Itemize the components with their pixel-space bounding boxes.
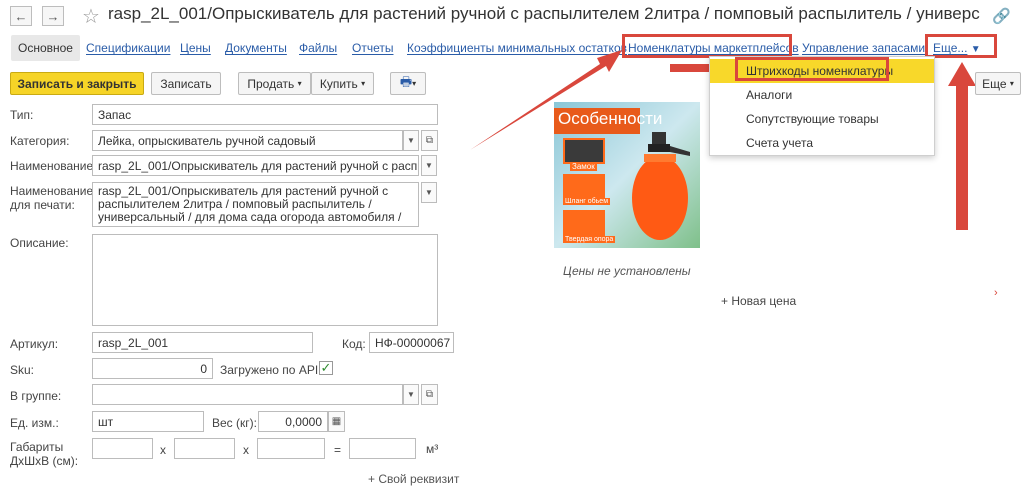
sku-label: Sku: bbox=[10, 363, 35, 377]
print-name-field[interactable]: rasp_2L_001/Опрыскиватель для растений р… bbox=[92, 182, 419, 227]
weight-field[interactable]: 0,0000 bbox=[258, 411, 328, 432]
chevron-down-icon: ▾ bbox=[361, 79, 366, 88]
buy-button[interactable]: Купить ▾ bbox=[311, 72, 374, 95]
menu-item-accounts[interactable]: Счета учета bbox=[710, 131, 934, 155]
checkmark-icon: ✓ bbox=[320, 360, 332, 375]
name-label: Наименование: bbox=[10, 159, 97, 173]
print-name-dropdown-button[interactable]: ▼ bbox=[421, 182, 437, 203]
save-button[interactable]: Записать bbox=[151, 72, 221, 95]
image-tag-hose: Шланг обьем bbox=[563, 198, 611, 205]
chevron-right-icon[interactable]: › bbox=[994, 286, 998, 300]
group-open-button[interactable]: ⧉ bbox=[421, 384, 438, 405]
arrow-to-more-tab bbox=[948, 62, 976, 230]
image-tag-lock: Замок bbox=[570, 162, 597, 171]
name-dropdown-button[interactable]: ▼ bbox=[421, 155, 437, 176]
image-caption: Особенности bbox=[558, 109, 663, 128]
description-field[interactable] bbox=[92, 234, 438, 326]
sell-label: Продать bbox=[247, 76, 295, 91]
chevron-down-icon: ▼ bbox=[425, 161, 433, 170]
chevron-down-icon: ▼ bbox=[425, 188, 433, 197]
dimension-separator: x bbox=[160, 443, 166, 457]
api-loaded-checkbox[interactable]: ✓ bbox=[319, 361, 333, 375]
group-dropdown-button[interactable]: ▼ bbox=[403, 384, 419, 405]
category-field[interactable]: Лейка, опрыскиватель ручной садовый bbox=[92, 130, 403, 151]
barcodes-item-callout bbox=[735, 57, 889, 81]
menu-item-analogs[interactable]: Аналоги bbox=[710, 83, 934, 107]
save-and-close-button[interactable]: Записать и закрыть bbox=[10, 72, 144, 95]
more-actions-button[interactable]: Еще ▾ bbox=[975, 72, 1021, 95]
category-open-button[interactable]: ⧉ bbox=[421, 130, 438, 151]
weight-label: Вес (кг): bbox=[212, 416, 257, 430]
unit-field[interactable]: шт bbox=[92, 411, 204, 432]
group-field[interactable] bbox=[92, 384, 403, 405]
code-field[interactable]: НФ-00000067 bbox=[369, 332, 454, 353]
open-window-icon: ⧉ bbox=[425, 135, 434, 146]
unit-label: Ед. изм.: bbox=[10, 416, 59, 430]
code-label: Код: bbox=[342, 337, 366, 351]
dimension-separator: x bbox=[243, 443, 249, 457]
volume-field[interactable] bbox=[349, 438, 416, 459]
print-name-label: Наименование для печати: bbox=[10, 184, 94, 212]
category-dropdown-button[interactable]: ▼ bbox=[403, 130, 419, 151]
calculator-icon: ▦ bbox=[331, 416, 342, 427]
description-label: Описание: bbox=[10, 236, 69, 250]
dimension-equals: = bbox=[334, 443, 342, 457]
image-tag-base: Твердая опора bbox=[563, 236, 616, 243]
print-button[interactable]: 🖶 ▾ bbox=[390, 72, 426, 95]
chevron-down-icon: ▾ bbox=[1009, 79, 1014, 88]
menu-item-related-products[interactable]: Сопутствующие товары bbox=[710, 107, 934, 131]
sku-field[interactable]: 0 bbox=[92, 358, 213, 379]
group-label: В группе: bbox=[10, 389, 62, 403]
chevron-down-icon: ▾ bbox=[412, 79, 417, 88]
article-field[interactable]: rasp_2L_001 bbox=[92, 332, 313, 353]
no-prices-text: Цены не установлены bbox=[563, 264, 691, 278]
dimension-width-field[interactable] bbox=[174, 438, 235, 459]
image-thumb-lock bbox=[563, 138, 605, 164]
api-loaded-label: Загружено по API: bbox=[220, 363, 322, 377]
category-label: Категория: bbox=[10, 134, 70, 148]
sprayer-illustration bbox=[632, 132, 690, 240]
type-label: Тип: bbox=[10, 108, 34, 122]
chevron-down-icon: ▾ bbox=[297, 79, 302, 88]
name-field[interactable]: rasp_2L_001/Опрыскиватель для растений р… bbox=[92, 155, 419, 176]
dimension-height-field[interactable] bbox=[257, 438, 325, 459]
dimensions-label: Габариты ДхШхВ (см): bbox=[10, 440, 79, 468]
more-actions-label: Еще bbox=[982, 76, 1007, 91]
volume-unit: м³ bbox=[426, 442, 439, 456]
chevron-down-icon: ▼ bbox=[407, 136, 415, 145]
article-label: Артикул: bbox=[10, 337, 59, 351]
product-image: Особенности Замок Шланг обьем Твердая оп… bbox=[554, 102, 700, 248]
chevron-down-icon: ▼ bbox=[407, 390, 415, 399]
image-thumb-base bbox=[563, 210, 605, 238]
weight-calculator-button[interactable]: ▦ bbox=[328, 411, 345, 432]
new-price-link[interactable]: + Новая цена bbox=[721, 294, 796, 308]
printer-icon: 🖶 bbox=[399, 73, 413, 89]
sell-button[interactable]: Продать ▾ bbox=[238, 72, 311, 95]
open-window-icon: ⧉ bbox=[425, 389, 434, 400]
add-custom-attribute-link[interactable]: + Свой реквизит bbox=[368, 472, 459, 486]
dimension-length-field[interactable] bbox=[92, 438, 153, 459]
type-field[interactable]: Запас bbox=[92, 104, 438, 125]
buy-label: Купить bbox=[319, 76, 358, 91]
